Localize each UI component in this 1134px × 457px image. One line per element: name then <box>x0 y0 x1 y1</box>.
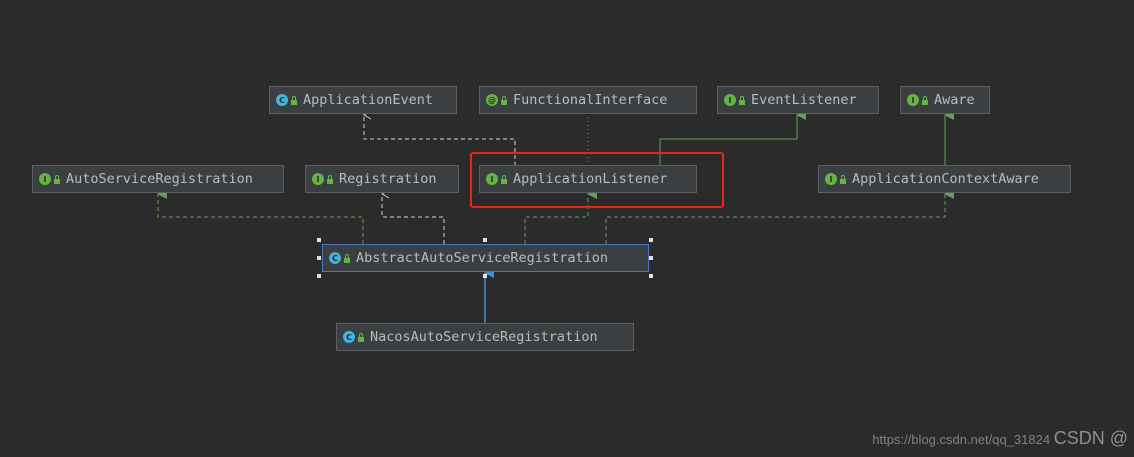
selection-handle[interactable] <box>649 274 653 278</box>
selection-handle[interactable] <box>317 274 321 278</box>
node-application-event[interactable]: C ApplicationEvent <box>269 86 457 114</box>
interface-icon: I <box>724 94 736 106</box>
node-abstract-auto-service-registration[interactable]: C AbstractAutoServiceRegistration <box>322 244 649 272</box>
node-application-context-aware[interactable]: I ApplicationContextAware <box>818 165 1071 193</box>
lock-icon <box>54 174 60 184</box>
highlight-box <box>470 152 724 208</box>
node-label: AbstractAutoServiceRegistration <box>356 250 608 266</box>
class-icon: C <box>276 94 288 106</box>
node-label: Registration <box>339 171 437 187</box>
node-functional-interface[interactable]: @ FunctionalInterface <box>479 86 697 114</box>
interface-icon: I <box>312 173 324 185</box>
lock-icon <box>327 174 333 184</box>
node-label: FunctionalInterface <box>513 92 668 108</box>
node-nacos-auto-service-registration[interactable]: C NacosAutoServiceRegistration <box>336 323 634 351</box>
lock-icon <box>291 95 297 105</box>
watermark-csdn: CSDN @ <box>1053 428 1128 448</box>
watermark-url: https://blog.csdn.net/qq_31824 <box>872 432 1051 447</box>
watermark: https://blog.csdn.net/qq_31824 CSDN @ <box>872 428 1128 449</box>
edge-abstract-to-auto-service-registration <box>157 189 364 244</box>
selection-handle[interactable] <box>483 274 487 278</box>
lock-icon <box>501 95 507 105</box>
selection-handle[interactable] <box>483 238 487 242</box>
edge-abstract-to-registration <box>380 189 445 244</box>
node-label: ApplicationContextAware <box>852 171 1039 187</box>
abstract-class-icon: C <box>329 252 341 264</box>
node-aware[interactable]: I Aware <box>900 86 990 114</box>
node-label: EventListener <box>751 92 857 108</box>
selection-handle[interactable] <box>649 238 653 242</box>
node-label: ApplicationEvent <box>303 92 434 108</box>
selection-handle[interactable] <box>317 256 321 260</box>
annotation-icon: @ <box>486 94 498 106</box>
node-registration[interactable]: I Registration <box>305 165 459 193</box>
lock-icon <box>739 95 745 105</box>
interface-icon: I <box>39 173 51 185</box>
node-label: Aware <box>934 92 975 108</box>
node-auto-service-registration[interactable]: I AutoServiceRegistration <box>32 165 284 193</box>
lock-icon <box>922 95 928 105</box>
class-icon: C <box>343 331 355 343</box>
selection-handle[interactable] <box>649 256 653 260</box>
selection-handle[interactable] <box>317 238 321 242</box>
interface-icon: I <box>907 94 919 106</box>
node-label: NacosAutoServiceRegistration <box>370 329 598 345</box>
node-event-listener[interactable]: I EventListener <box>717 86 879 114</box>
lock-icon <box>344 253 350 263</box>
lock-icon <box>840 174 846 184</box>
lock-icon <box>358 332 364 342</box>
relationship-edges <box>157 110 954 323</box>
interface-icon: I <box>825 173 837 185</box>
node-label: AutoServiceRegistration <box>66 171 253 187</box>
